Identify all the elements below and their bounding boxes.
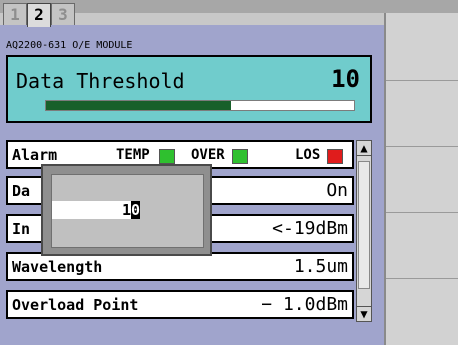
alarm-label: Alarm [12, 146, 58, 164]
tab-2[interactable]: 2 [27, 3, 51, 27]
row-value: <-19dBm [272, 218, 348, 239]
soft-key-separator [386, 80, 458, 81]
row-label: Wavelength [12, 258, 103, 276]
soft-key-separator [386, 212, 458, 213]
temp-indicator-label: TEMP [116, 147, 150, 163]
value-entry-digit: 1 [121, 201, 131, 219]
temp-indicator-lamp [159, 149, 175, 164]
module-title: AQ2200-631 O/E MODULE [6, 40, 133, 51]
overload-point-row[interactable]: Overload Point − 1.0dBm [6, 290, 354, 319]
row-value: On [326, 180, 348, 201]
threshold-label: Data Threshold [16, 69, 185, 93]
threshold-value: 10 [331, 65, 360, 93]
wavelength-row[interactable]: Wavelength 1.5um [6, 252, 354, 281]
tab-1[interactable]: 1 [3, 3, 27, 25]
soft-key-separator [386, 146, 458, 147]
scrollbar-thumb[interactable] [358, 161, 370, 289]
los-indicator-lamp [327, 149, 343, 164]
value-entry-field[interactable]: 10 [52, 201, 140, 219]
over-indicator-lamp [232, 149, 248, 164]
tab-3[interactable]: 3 [51, 3, 75, 25]
row-label: In [12, 220, 31, 238]
soft-key-column [386, 13, 458, 345]
threshold-level-bar [45, 100, 355, 111]
data-threshold-panel[interactable]: Data Threshold 10 [6, 55, 372, 123]
scroll-down-icon[interactable]: ▼ [357, 306, 371, 321]
row-label: Da [12, 182, 31, 200]
over-indicator-label: OVER [191, 147, 225, 163]
value-entry-cursor: 0 [131, 201, 141, 219]
row-label: Overload Point [12, 296, 139, 314]
scroll-up-icon[interactable]: ▲ [357, 141, 371, 156]
threshold-level-fill [46, 101, 231, 110]
list-scrollbar[interactable]: ▲ ▼ [356, 140, 372, 322]
row-value: 1.5um [293, 256, 348, 277]
row-value: − 1.0dBm [261, 294, 348, 315]
los-indicator-label: LOS [295, 147, 321, 163]
soft-key-separator [386, 278, 458, 279]
